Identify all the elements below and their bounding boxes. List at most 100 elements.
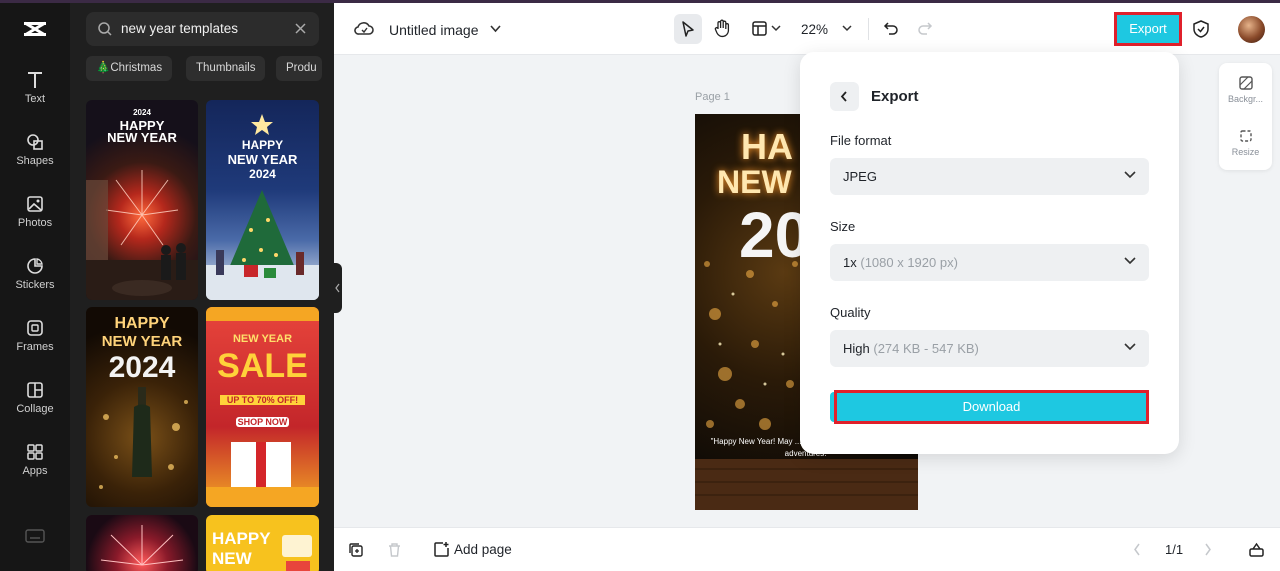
download-button[interactable]: Download <box>834 390 1149 424</box>
export-button[interactable]: Export <box>1114 12 1182 46</box>
chevron-down-icon[interactable] <box>842 25 852 32</box>
toolbar-divider <box>868 18 869 40</box>
back-button[interactable] <box>830 82 859 111</box>
close-icon[interactable] <box>294 22 307 35</box>
christmas-tree-illustration <box>206 114 319 300</box>
resize-tool[interactable]: Resize <box>1219 128 1272 157</box>
cloud-icon[interactable] <box>354 20 374 38</box>
layers-icon[interactable] <box>1248 541 1265 558</box>
template-text: NEW YEAR <box>227 152 298 167</box>
collapse-panel-button[interactable] <box>333 263 342 313</box>
sidebar-item-label: Stickers <box>15 279 55 291</box>
sidebar-item-label: Shapes <box>16 155 54 167</box>
quality-select[interactable]: High (274 KB - 547 KB) <box>830 330 1149 367</box>
avatar[interactable] <box>1238 16 1265 43</box>
chevron-down-icon <box>1124 257 1136 265</box>
decoration-illustration <box>282 535 312 571</box>
quality-label: Quality <box>830 305 871 320</box>
size-value: 1x (1080 x 1920 px) <box>843 255 958 270</box>
page-label: Page 1 <box>695 91 730 103</box>
template-text: 2024 <box>249 167 276 181</box>
keyboard-icon[interactable] <box>25 528 45 544</box>
chevron-right-icon[interactable] <box>1204 543 1212 556</box>
chevron-left-icon <box>840 91 847 102</box>
sidebar-item-label: Text <box>24 93 46 105</box>
sidebar-item-stickers[interactable]: Stickers <box>0 256 70 312</box>
template-text: NEW <box>212 549 252 568</box>
shield-icon[interactable] <box>1193 20 1209 38</box>
document-title[interactable]: Untitled image <box>389 22 479 38</box>
sidebar-item-collage[interactable]: Collage <box>0 380 70 436</box>
sidebar-item-label: Frames <box>16 341 54 353</box>
template-thumbnail[interactable] <box>86 515 198 571</box>
chevron-left-icon <box>335 283 340 293</box>
left-rail: Text Shapes Photos Stickers Frames Colla… <box>0 0 70 571</box>
template-text: NEW YEAR <box>232 333 293 345</box>
size-select[interactable]: 1x (1080 x 1920 px) <box>830 244 1149 281</box>
cursor-icon[interactable] <box>680 20 696 38</box>
shapes-icon <box>27 134 43 150</box>
template-thumbnail[interactable]: HAPPY NEW YEAR 2024 <box>86 307 198 507</box>
page-count: 1/1 <box>1165 542 1184 557</box>
apps-icon <box>27 444 43 460</box>
sidebar-item-frames[interactable]: Frames <box>0 318 70 374</box>
frames-icon <box>27 320 43 336</box>
layout-icon[interactable] <box>751 20 768 37</box>
trash-icon[interactable] <box>387 542 402 558</box>
chevron-left-icon[interactable] <box>1133 543 1141 556</box>
file-format-select[interactable]: JPEG <box>830 158 1149 195</box>
chip-products[interactable]: Produ <box>276 56 322 81</box>
template-thumbnail[interactable]: 2024 HAPPY NEW YEAR <box>86 100 198 300</box>
sidebar-item-text[interactable]: Text <box>0 70 70 126</box>
sidebar-item-photos[interactable]: Photos <box>0 194 70 250</box>
chevron-down-icon[interactable] <box>771 25 781 32</box>
sidebar-item-label: Photos <box>17 217 53 229</box>
template-text: NEW YEAR <box>101 333 183 350</box>
redo-icon[interactable] <box>917 21 933 36</box>
background-label: Backgr... <box>1227 94 1263 104</box>
add-page-button[interactable]: Add page <box>454 542 512 557</box>
template-text: NEW YEAR <box>107 130 177 145</box>
top-toolbar: Untitled image 22% Export <box>334 3 1280 55</box>
template-thumbnail[interactable]: HAPPY NEW <box>206 515 319 571</box>
template-thumbnail[interactable]: NEW YEAR SALE UP TO 70% OFF! SHOP NOW <box>206 307 319 507</box>
template-text: 2024 <box>133 108 151 117</box>
dialog-title: Export <box>871 88 919 105</box>
chevron-down-icon <box>1124 343 1136 351</box>
chevron-down-icon <box>1124 171 1136 179</box>
zoom-level[interactable]: 22% <box>801 22 828 37</box>
export-dialog: Export File format JPEG Size 1x (1080 x … <box>800 52 1179 454</box>
background-tool[interactable]: Backgr... <box>1219 75 1272 104</box>
template-text: UP TO 70% OFF! <box>220 395 305 405</box>
template-text: HAPPY <box>114 315 170 332</box>
design-text-line2[interactable]: NEW <box>717 164 792 201</box>
file-format-value: JPEG <box>843 169 877 184</box>
search-icon <box>98 22 112 36</box>
sidebar-item-label: Apps <box>22 465 48 477</box>
template-text: HAPPY <box>212 529 271 548</box>
fireworks-illustration <box>100 525 184 566</box>
chip-christmas[interactable]: 🎄Christmas <box>86 56 173 81</box>
template-text: SHOP NOW <box>236 417 289 427</box>
capcut-logo-icon <box>24 21 46 37</box>
size-label: Size <box>830 219 856 234</box>
sidebar-item-shapes[interactable]: Shapes <box>0 132 70 188</box>
hand-icon[interactable] <box>713 19 731 38</box>
bottom-bar: Add page 1/1 <box>334 527 1280 571</box>
template-thumbnail[interactable]: HAPPY NEW YEAR 2024 <box>206 100 319 300</box>
add-page-icon[interactable] <box>433 541 450 558</box>
design-text-line1[interactable]: HA <box>741 126 793 168</box>
search-value: new year templates <box>121 21 239 36</box>
undo-icon[interactable] <box>883 21 899 36</box>
stickers-icon <box>27 258 43 274</box>
duplicate-page-icon[interactable] <box>348 542 364 558</box>
resize-icon <box>1239 130 1252 142</box>
search-input[interactable]: new year templates <box>86 12 319 46</box>
chip-thumbnails[interactable]: Thumbnails <box>186 56 266 81</box>
template-text: SALE <box>217 347 308 385</box>
template-text: HAPPY <box>241 138 284 152</box>
chevron-down-icon[interactable] <box>490 25 501 33</box>
background-icon <box>1238 76 1253 90</box>
templates-panel: new year templates 🎄Christmas Thumbnails… <box>70 0 334 571</box>
sidebar-item-apps[interactable]: Apps <box>0 442 70 498</box>
